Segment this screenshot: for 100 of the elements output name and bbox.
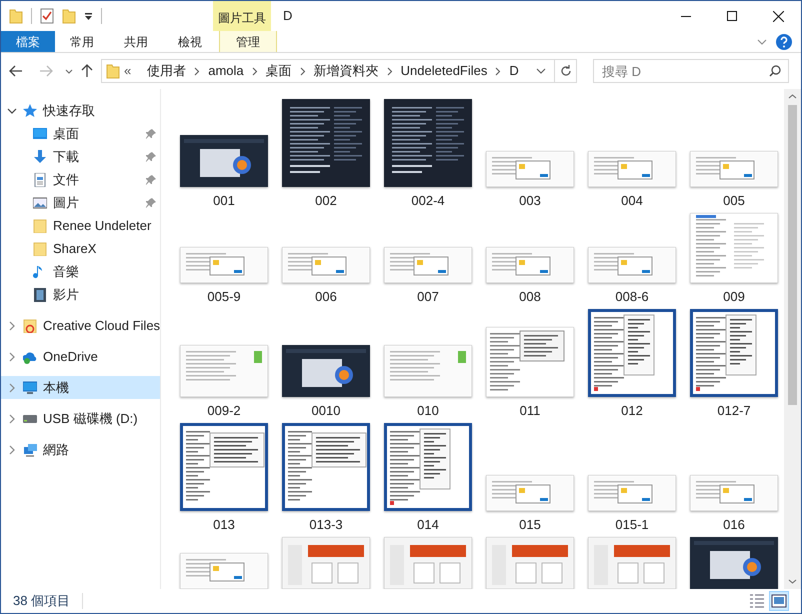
star-icon (23, 104, 37, 118)
large-icons-view-button[interactable] (769, 591, 789, 611)
file-name[interactable]: 016 (723, 515, 745, 533)
help-icon[interactable] (775, 32, 793, 50)
breadcrumb-segment[interactable]: 桌面 (266, 61, 292, 81)
folder-icon (106, 63, 120, 79)
file-name[interactable]: 002 (315, 191, 337, 209)
sidebar-item[interactable]: USB 磁碟機 (D:) (1, 407, 160, 430)
download-icon (33, 150, 47, 164)
file-name[interactable]: 006 (315, 287, 337, 305)
breadcrumb-segment[interactable]: 新增資料夾 (314, 61, 379, 81)
scroll-down-icon[interactable] (788, 579, 797, 584)
chevron-right-icon[interactable] (252, 66, 258, 76)
context-tab-group: 圖片工具 (213, 1, 271, 31)
refresh-icon (560, 65, 572, 77)
scrollbar[interactable] (784, 89, 801, 589)
file-name[interactable]: 013 (213, 515, 235, 533)
file-name[interactable]: 012 (621, 401, 643, 419)
search-field[interactable]: 搜尋 D (593, 59, 789, 83)
ribbon-tab[interactable]: 檔案 (1, 31, 55, 52)
folder-icon (33, 242, 47, 256)
pictures-icon (33, 196, 47, 210)
sidebar-item[interactable]: 下載 (1, 145, 160, 168)
sidebar-item[interactable]: 快速存取 (1, 99, 160, 122)
folder-icon (33, 218, 47, 232)
file-name[interactable]: 013-3 (309, 515, 343, 533)
overflow-chevron[interactable]: « (124, 61, 132, 81)
sidebar-item[interactable]: 網路 (1, 438, 160, 461)
chevron-down-icon[interactable] (65, 68, 73, 74)
ribbon-tab[interactable]: 檢視 (163, 31, 217, 52)
close-icon (772, 10, 784, 22)
image-icon (771, 593, 787, 609)
sidebar-item[interactable]: 圖片 (1, 191, 160, 214)
ribbon-tab[interactable]: 管理 (219, 31, 277, 52)
chevron-down-icon[interactable] (7, 106, 17, 116)
cc-folder-icon (23, 318, 37, 332)
file-name[interactable]: 011 (520, 401, 540, 419)
network-icon (23, 442, 37, 456)
dropdown-icon[interactable] (84, 12, 93, 20)
maximize-icon (727, 11, 737, 21)
item-count: 38 個項目 (13, 592, 70, 610)
pin-icon[interactable] (146, 128, 156, 138)
sidebar-item[interactable]: Creative Cloud Files (1, 314, 160, 337)
file-name[interactable]: 0010 (312, 401, 340, 419)
document-icon (33, 172, 47, 186)
file-name[interactable]: 002-4 (411, 191, 445, 209)
file-name[interactable]: 008-6 (615, 287, 649, 305)
chevron-right-icon[interactable] (495, 66, 502, 76)
file-name[interactable]: 005 (723, 191, 745, 209)
chevron-right-icon[interactable] (7, 444, 17, 454)
pin-icon[interactable] (146, 152, 156, 162)
file-name[interactable]: 003 (519, 191, 541, 209)
sidebar-item[interactable]: 桌面 (1, 122, 160, 145)
up-arrow-icon[interactable] (81, 64, 93, 78)
breadcrumb-segment[interactable]: amola (208, 61, 244, 81)
address-bar[interactable]: « 使用者 amola 桌面 新增資料夾 UndeletedFiles D (101, 59, 577, 83)
file-name[interactable]: 007 (417, 287, 439, 305)
file-name[interactable]: 012-7 (717, 401, 751, 419)
chevron-right-icon[interactable] (300, 66, 306, 76)
scroll-up-icon[interactable] (788, 94, 797, 99)
sidebar-item[interactable]: 影片 (1, 283, 160, 306)
breadcrumb-segment[interactable]: 使用者 (147, 61, 186, 81)
cloud-icon (23, 350, 37, 364)
breadcrumb-segment[interactable]: D (509, 61, 519, 81)
chevron-right-icon[interactable] (194, 66, 200, 76)
back-arrow-icon[interactable] (9, 65, 23, 77)
file-name[interactable]: 001 (213, 191, 235, 209)
pin-icon[interactable] (146, 174, 156, 184)
search-icon (769, 65, 781, 77)
sidebar-item[interactable]: Renee Undeleter (1, 214, 160, 237)
sidebar-item[interactable]: 文件 (1, 168, 160, 191)
video-icon (33, 288, 47, 302)
file-name[interactable]: 008 (519, 287, 541, 305)
file-name[interactable]: 015-1 (615, 515, 649, 533)
chevron-down-icon[interactable] (536, 68, 546, 74)
computer-icon (23, 380, 37, 394)
ribbon-tab[interactable]: 共用 (109, 31, 163, 52)
breadcrumb-segment[interactable]: UndeletedFiles (400, 61, 488, 81)
ribbon-tab[interactable]: 常用 (55, 31, 109, 52)
sidebar-item[interactable]: OneDrive (1, 345, 160, 368)
chevron-right-icon[interactable] (386, 66, 393, 76)
checklist-icon[interactable] (40, 8, 54, 24)
pin-icon[interactable] (146, 198, 156, 208)
sidebar-item[interactable]: 本機 (1, 376, 160, 399)
file-name[interactable]: 014 (417, 515, 439, 533)
window-title: D (283, 7, 292, 26)
file-name[interactable]: 009-2 (207, 401, 241, 419)
file-name[interactable]: 005-9 (207, 287, 241, 305)
desktop-icon (33, 126, 47, 140)
chevron-right-icon[interactable] (7, 352, 17, 362)
scrollbar-thumb[interactable] (788, 105, 797, 405)
file-name[interactable]: 015 (519, 515, 541, 533)
file-name[interactable]: 004 (621, 191, 643, 209)
file-name[interactable]: 010 (417, 401, 439, 419)
chevron-right-icon[interactable] (7, 414, 17, 424)
sidebar-item[interactable]: ShareX (1, 237, 160, 260)
list-icon (749, 593, 765, 609)
sidebar-item[interactable]: 音樂 (1, 260, 160, 283)
chevron-right-icon[interactable] (7, 320, 17, 330)
file-name[interactable]: 009 (723, 287, 745, 305)
